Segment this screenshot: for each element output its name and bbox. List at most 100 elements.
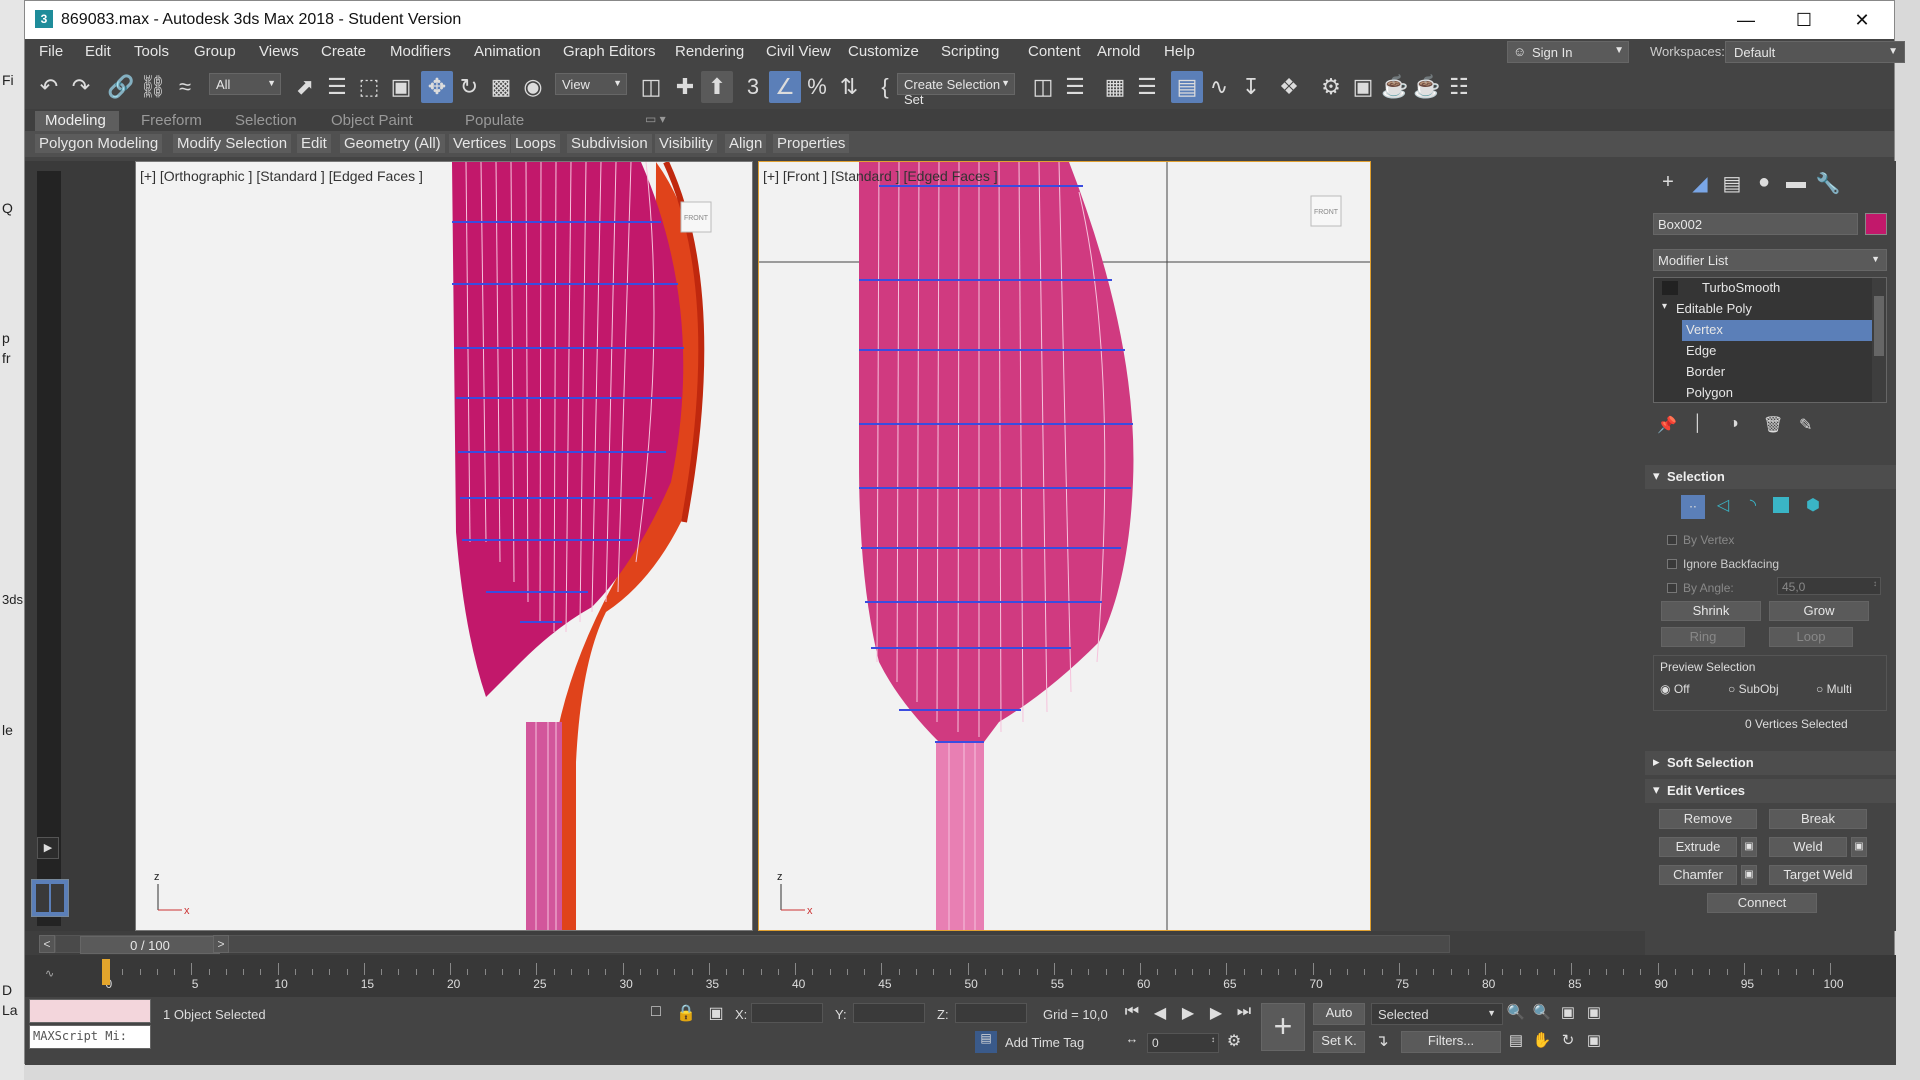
viewport-front[interactable]: [+] [Front ] [Standard ] [Edged Faces ] [758,161,1371,931]
menu-arnold[interactable]: Arnold [1097,43,1140,60]
layer-explorer-icon[interactable]: ☰ [1131,71,1163,103]
set-key-button[interactable]: Set K. [1313,1031,1365,1053]
menu-file[interactable]: File [39,43,63,60]
viewport-label[interactable]: [+] [Orthographic ] [Standard ] [Edged F… [140,168,423,184]
z-coordinate-field[interactable] [955,1003,1027,1023]
extrude-settings-icon[interactable]: ▣ [1741,837,1757,857]
rendered-frame-window-icon[interactable]: ▣ [1347,71,1379,103]
stack-item-polygon[interactable]: Polygon [1682,383,1872,404]
mirror-icon[interactable]: ◫ [1027,71,1059,103]
shrink-button[interactable]: Shrink [1661,601,1761,621]
grow-button[interactable]: Grow [1769,601,1869,621]
curve-editor-mini-icon[interactable]: ∿ [45,967,54,980]
tab-modeling[interactable]: Modeling [35,111,119,131]
time-configuration-icon[interactable]: ⚙ [1223,1031,1245,1053]
close-button[interactable]: ✕ [1833,5,1891,35]
redo-icon[interactable]: ↷ [65,71,97,103]
maximize-viewport-icon[interactable]: ▣ [1583,1031,1605,1053]
collapse-icon[interactable]: ▾ [1662,301,1667,312]
stack-item-edge[interactable]: Edge [1682,341,1872,362]
keyboard-shortcut-override-icon[interactable]: ⬆ [701,71,733,103]
link-icon[interactable]: 🔗 [105,71,137,103]
time-tag-icon[interactable]: ▤ [975,1031,997,1053]
render-in-cloud-icon[interactable]: ☷ [1443,71,1475,103]
menu-graph-editors[interactable]: Graph Editors [563,43,656,60]
rectangular-selection-icon[interactable]: ⬚ [353,71,385,103]
viewport-orthographic[interactable]: [+] [Orthographic ] [Standard ] [Edged F… [135,161,753,931]
select-and-place-icon[interactable]: ◉ [517,71,549,103]
extrude-button[interactable]: Extrude [1659,837,1737,857]
zoom-extents-all-icon[interactable]: ▣ [1583,1003,1605,1025]
render-iterative-icon[interactable]: ☕ [1411,71,1443,103]
go-to-end-icon[interactable]: ⏭ [1233,1003,1255,1025]
weld-settings-icon[interactable]: ▣ [1851,837,1867,857]
tab-freeform[interactable]: Freeform [131,111,212,131]
unlink-icon[interactable]: ⛓ [137,71,169,103]
zoom-icon[interactable]: 🔍 [1505,1003,1527,1025]
preview-off-radio[interactable]: ◉ Off [1660,682,1690,696]
selection-filter-dropdown[interactable]: All ▼ [209,73,281,95]
angle-spinner[interactable]: 45,0 ↕ [1777,577,1881,595]
align-icon[interactable]: ☰ [1059,71,1091,103]
loop-button[interactable]: Loop [1769,627,1853,647]
ring-button[interactable]: Ring [1661,627,1745,647]
current-frame-field[interactable]: 0 ↕ [1147,1033,1219,1053]
spinner-arrows-icon[interactable]: ↕ [1873,579,1877,588]
ribbon-properties[interactable]: Properties [773,134,850,153]
preview-subobj-radio[interactable]: ○ SubObj [1728,682,1779,696]
border-mode-icon[interactable]: ◝ [1741,495,1765,519]
workspaces-dropdown[interactable]: Default ▼ [1725,41,1905,63]
named-selection-set-dropdown[interactable]: Create Selection Set ▼ [897,73,1015,107]
percent-snap-icon[interactable]: % [801,71,833,103]
select-and-rotate-icon[interactable]: ↻ [453,71,485,103]
menu-help[interactable]: Help [1164,43,1195,60]
hierarchy-tab-icon[interactable]: ▤ [1717,171,1747,201]
by-angle-checkbox[interactable]: By Angle: [1667,581,1734,595]
ribbon-vertices[interactable]: Vertices [449,134,511,153]
schematic-view-icon[interactable]: ↧ [1235,71,1267,103]
curve-editor-icon[interactable]: ∿ [1203,71,1235,103]
menu-group[interactable]: Group [194,43,236,60]
menu-rendering[interactable]: Rendering [675,43,744,60]
window-crossing-icon[interactable]: ▣ [385,71,417,103]
viewport-layout-icon[interactable] [31,879,69,917]
create-tab-icon[interactable]: + [1653,171,1683,201]
spinner-snap-icon[interactable]: ⇅ [833,71,865,103]
chamfer-button[interactable]: Chamfer [1659,865,1737,885]
viewport-label[interactable]: [+] [Front ] [Standard ] [Edged Faces ] [763,168,998,184]
configure-modifier-sets-icon[interactable]: ✎ [1799,415,1812,435]
connect-button[interactable]: Connect [1707,893,1817,913]
tab-selection[interactable]: Selection [225,111,307,131]
utilities-tab-icon[interactable]: 🔧 [1813,171,1843,201]
filters-button[interactable]: Filters... [1401,1031,1501,1053]
menu-modifiers[interactable]: Modifiers [390,43,451,60]
angle-snap-icon[interactable]: ∠ [769,71,801,103]
zoom-extents-icon[interactable]: ▣ [1557,1003,1579,1025]
menu-customize[interactable]: Customize [848,43,919,60]
vertex-mode-icon[interactable]: ⋅⋅ [1681,495,1705,519]
selection-rollout-header[interactable]: Selection [1645,465,1896,489]
maximize-button[interactable]: ☐ [1775,5,1833,35]
key-filter-dropdown[interactable]: Selected ▼ [1371,1003,1503,1025]
trackbar[interactable]: ∿ 05101520253035404550556065707580859095… [25,955,1896,997]
object-color-swatch[interactable] [1865,213,1887,235]
stack-item-border[interactable]: Border [1682,362,1872,383]
pivot-center-icon[interactable]: ◫ [635,71,667,103]
selection-lock-icon[interactable]: 🔒 [675,1003,697,1025]
menu-edit[interactable]: Edit [85,43,111,60]
edge-mode-icon[interactable]: ◁ [1711,495,1735,519]
spinner-arrows-icon[interactable]: ↕ [1211,1035,1215,1044]
remove-modifier-icon[interactable]: 🗑 [1763,415,1783,435]
menu-create[interactable]: Create [321,43,366,60]
break-button[interactable]: Break [1769,809,1867,829]
sign-in-dropdown[interactable]: ☺ Sign In ▼ [1507,41,1629,63]
object-name-field[interactable]: Box002 [1653,213,1858,235]
set-key-icon[interactable]: + [1261,1003,1305,1051]
ribbon-visibility[interactable]: Visibility [655,134,717,153]
pin-stack-icon[interactable]: 📌 [1657,415,1677,435]
menu-tools[interactable]: Tools [134,43,169,60]
ribbon-options-icon[interactable]: ▭ ▾ [635,111,676,131]
select-and-move-icon[interactable]: ✥ [421,71,453,103]
go-to-start-icon[interactable]: ⏮ [1121,1003,1143,1025]
select-and-scale-icon[interactable]: ▩ [485,71,517,103]
